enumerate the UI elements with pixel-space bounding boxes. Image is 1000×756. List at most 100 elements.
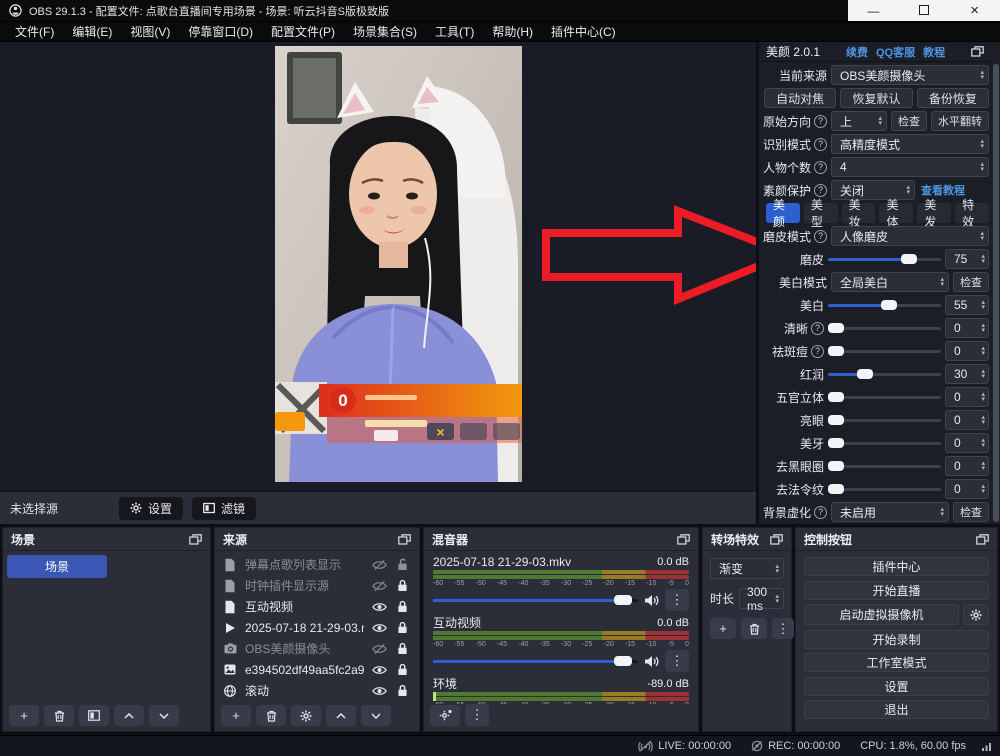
beauty-scrollbar[interactable]	[993, 64, 999, 522]
speaker-icon[interactable]	[644, 594, 659, 607]
teeth-value-stepper[interactable]: 0▴▾	[945, 433, 989, 453]
lock-icon[interactable]	[394, 579, 410, 592]
slider-handle[interactable]	[828, 438, 844, 448]
tab-reshape[interactable]: 美型	[804, 203, 838, 223]
close-button[interactable]: ×	[960, 1, 990, 21]
clarity-value-stepper[interactable]: 0▴▾	[945, 318, 989, 338]
slider-handle[interactable]	[828, 461, 844, 471]
tab-beauty[interactable]: 美颜	[766, 203, 800, 223]
menu-plugin-center[interactable]: 插件中心(C)	[542, 23, 625, 40]
plugin-center-button[interactable]: 插件中心	[804, 557, 989, 576]
eye-hidden-icon[interactable]	[371, 643, 387, 655]
start-virtual-camera-button[interactable]: 启动虚拟摄像机	[804, 604, 959, 625]
eye-visible-icon[interactable]	[371, 622, 387, 634]
source-row[interactable]: 弹幕点歌列表显示	[215, 554, 419, 575]
unlock-icon[interactable]	[394, 558, 410, 571]
menu-file[interactable]: 文件(F)	[6, 23, 63, 40]
popout-dock-icon[interactable]	[398, 534, 411, 545]
source-row[interactable]: 时钟插件显示源	[215, 575, 419, 596]
slider-handle[interactable]	[614, 595, 632, 605]
smooth-slider[interactable]	[828, 249, 941, 269]
dark-circles-slider[interactable]	[828, 456, 941, 476]
slider-handle[interactable]	[828, 415, 844, 425]
speaker-icon[interactable]	[644, 655, 659, 668]
rosy-value-stepper[interactable]: 30▴▾	[945, 364, 989, 384]
move-source-down-button[interactable]	[361, 705, 391, 726]
renew-link[interactable]: 续费	[846, 44, 868, 60]
dark-circles-value-stepper[interactable]: 0▴▾	[945, 456, 989, 476]
menu-docks[interactable]: 停靠窗口(D)	[179, 23, 262, 40]
whiten-mode-select[interactable]: 全局美白 ▴▾	[831, 272, 949, 292]
smooth-mode-select[interactable]: 人像磨皮 ▴▾	[831, 226, 989, 246]
menu-profile[interactable]: 配置文件(P)	[262, 23, 344, 40]
source-row[interactable]: e394502df49aa5fc2a99cd2e7c	[215, 659, 419, 680]
help-icon[interactable]: ?	[811, 345, 824, 358]
help-icon[interactable]: ?	[814, 115, 827, 128]
lock-icon[interactable]	[394, 621, 410, 634]
remove-source-button[interactable]	[256, 705, 286, 726]
move-scene-up-button[interactable]	[114, 705, 144, 726]
slider-handle[interactable]	[901, 254, 917, 264]
lock-icon[interactable]	[394, 642, 410, 655]
transition-type-select[interactable]: 渐变 ▴▾	[710, 558, 784, 579]
start-recording-button[interactable]: 开始录制	[804, 630, 989, 649]
eye-hidden-icon[interactable]	[371, 559, 387, 571]
maximize-button[interactable]	[909, 1, 939, 21]
slider-handle[interactable]	[828, 484, 844, 494]
popout-dock-icon[interactable]	[677, 534, 690, 545]
slider-handle[interactable]	[828, 323, 844, 333]
program-preview[interactable]: 0 ×	[0, 42, 756, 491]
menu-tools[interactable]: 工具(T)	[426, 23, 483, 40]
start-streaming-button[interactable]: 开始直播	[804, 581, 989, 600]
blemish-slider[interactable]	[828, 341, 941, 361]
source-row[interactable]: 滚动	[215, 680, 419, 701]
source-row[interactable]: OBS美颜摄像头	[215, 638, 419, 659]
smooth-value-stepper[interactable]: 75▴▾	[945, 249, 989, 269]
volume-slider[interactable]	[433, 649, 638, 673]
add-transition-button[interactable]: +	[710, 618, 736, 639]
popout-dock-icon[interactable]	[971, 46, 984, 57]
mixer-options-button[interactable]: ⋮	[465, 704, 489, 726]
slider-handle[interactable]	[614, 656, 632, 666]
person-count-stepper[interactable]: 4 ▴▾	[831, 157, 989, 177]
add-source-button[interactable]: +	[221, 705, 251, 726]
bright-eyes-value-stepper[interactable]: 0▴▾	[945, 410, 989, 430]
source-row[interactable]: 2025-07-18 21-29-03.mkv	[215, 617, 419, 638]
help-icon[interactable]: ?	[814, 184, 827, 197]
whiten-value-stepper[interactable]: 55▴▾	[945, 295, 989, 315]
current-source-select[interactable]: OBS美颜摄像头 ▴▾	[831, 65, 989, 85]
help-icon[interactable]: ?	[814, 138, 827, 151]
clarity-slider[interactable]	[828, 318, 941, 338]
tab-makeup[interactable]: 美妆	[842, 203, 876, 223]
eye-visible-icon[interactable]	[371, 685, 387, 697]
whiten-slider[interactable]	[828, 295, 941, 315]
eye-visible-icon[interactable]	[371, 664, 387, 676]
help-icon[interactable]: ?	[814, 230, 827, 243]
slider-handle[interactable]	[881, 300, 897, 310]
contour-value-stepper[interactable]: 0▴▾	[945, 387, 989, 407]
help-icon[interactable]: ?	[814, 161, 827, 174]
tab-body[interactable]: 美体	[879, 203, 913, 223]
recognition-select[interactable]: 高精度模式 ▴▾	[831, 134, 989, 154]
rosy-slider[interactable]	[828, 364, 941, 384]
smile-lines-value-stepper[interactable]: 0▴▾	[945, 479, 989, 499]
advanced-audio-button[interactable]	[430, 705, 460, 726]
volume-slider[interactable]	[433, 588, 638, 612]
tutorial-link[interactable]: 教程	[923, 44, 945, 60]
lock-icon[interactable]	[394, 684, 410, 697]
blemish-value-stepper[interactable]: 0▴▾	[945, 341, 989, 361]
source-filters-button[interactable]: 滤镜	[192, 497, 256, 520]
backup-restore-button[interactable]: 备份恢复	[917, 88, 989, 108]
restore-defaults-button[interactable]: 恢复默认	[840, 88, 912, 108]
slider-handle[interactable]	[857, 369, 873, 379]
lock-icon[interactable]	[394, 600, 410, 613]
popout-dock-icon[interactable]	[189, 534, 202, 545]
tab-hair[interactable]: 美发	[917, 203, 951, 223]
eye-hidden-icon[interactable]	[371, 580, 387, 592]
scene-list-item[interactable]: 场景	[7, 555, 107, 578]
autofocus-button[interactable]: 自动对焦	[764, 88, 836, 108]
eye-visible-icon[interactable]	[371, 601, 387, 613]
add-scene-button[interactable]: +	[9, 705, 39, 726]
tab-effects[interactable]: 特效	[955, 203, 989, 223]
popout-dock-icon[interactable]	[976, 534, 989, 545]
